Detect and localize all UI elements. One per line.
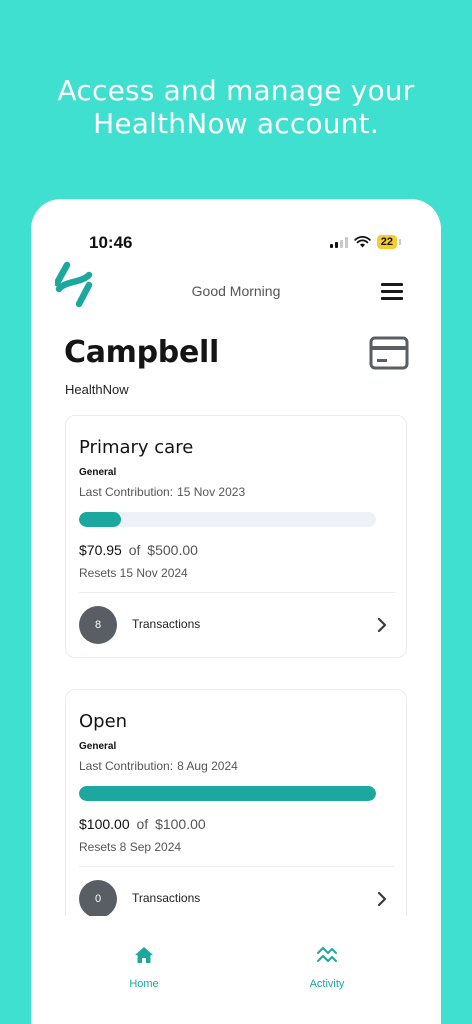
limit-amount: $100.00 [155, 816, 206, 832]
bottom-navigation: Home Activity [31, 916, 441, 1024]
headline-line-2: HealthNow account. [93, 107, 379, 140]
chevron-right-icon[interactable] [377, 617, 387, 633]
transactions-count-badge: 8 [79, 606, 117, 644]
of-label: of [128, 542, 141, 558]
last-contribution: Last Contribution: 8 Aug 2024 [79, 759, 238, 773]
transactions-row[interactable]: 0 Transactions [79, 880, 395, 916]
usage-progress-bar [79, 786, 376, 801]
app-header: Good Morning [31, 259, 441, 319]
member-name: Campbell [64, 335, 219, 370]
nav-home-label: Home [129, 978, 159, 990]
card-divider [79, 866, 395, 867]
wifi-icon [354, 236, 371, 248]
account-type: General [79, 467, 117, 478]
reset-date: Resets 8 Sep 2024 [79, 840, 182, 854]
limit-amount: $500.00 [147, 542, 198, 558]
status-bar: 10:46 22 [31, 199, 441, 259]
usage-progress-fill [79, 512, 122, 527]
greeting-text: Good Morning [191, 283, 281, 299]
last-contribution-date: 8 Aug 2024 [177, 759, 238, 773]
chevron-right-icon[interactable] [377, 891, 387, 907]
of-label: of [136, 816, 149, 832]
membership-card-icon[interactable] [369, 336, 409, 370]
usage-amount: $100.00 of $100.00 [79, 816, 206, 832]
used-amount: $100.00 [79, 816, 130, 832]
cellular-signal-icon [329, 236, 348, 248]
home-icon [135, 947, 153, 963]
hamburger-menu-icon[interactable] [381, 283, 403, 301]
transactions-row[interactable]: 8 Transactions [79, 606, 395, 644]
account-card-primary-care[interactable]: Primary care General Last Contribution: 1… [65, 415, 407, 658]
usage-amount: $70.95 of $500.00 [79, 542, 198, 558]
account-card-open[interactable]: Open General Last Contribution: 8 Aug 202… [65, 689, 407, 916]
nav-home[interactable]: Home [84, 946, 204, 990]
last-contribution-label: Last Contribution: [79, 485, 174, 499]
nav-activity[interactable]: Activity [267, 946, 387, 990]
account-title: Open [79, 711, 128, 732]
accounts-list[interactable]: Primary care General Last Contribution: 1… [31, 414, 441, 916]
reset-date: Resets 15 Nov 2024 [79, 566, 188, 580]
account-title: Primary care [79, 437, 194, 458]
usage-progress-fill [79, 786, 376, 801]
nav-activity-label: Activity [309, 978, 345, 990]
battery-level: 22 [376, 235, 402, 249]
last-contribution-date: 15 Nov 2023 [177, 485, 246, 499]
last-contribution-label: Last Contribution: [79, 759, 174, 773]
headline-line-1: Access and manage your [57, 74, 415, 107]
last-contribution: Last Contribution: 15 Nov 2023 [79, 485, 245, 499]
status-time: 10:46 [89, 233, 133, 252]
activity-icon [317, 947, 337, 962]
transactions-label: Transactions [132, 617, 201, 631]
usage-progress-bar [79, 512, 376, 527]
phone-screen: 10:46 22 Good Morning Campbell HealthNow… [31, 199, 441, 1024]
card-divider [79, 592, 395, 593]
account-type: General [79, 741, 117, 752]
transactions-label: Transactions [132, 891, 201, 905]
provider-name: HealthNow [65, 382, 129, 397]
used-amount: $70.95 [79, 542, 122, 558]
status-icons: 22 [329, 235, 402, 249]
transactions-count-badge: 0 [79, 880, 117, 916]
promo-headline: Access and manage your HealthNow account… [0, 74, 472, 140]
